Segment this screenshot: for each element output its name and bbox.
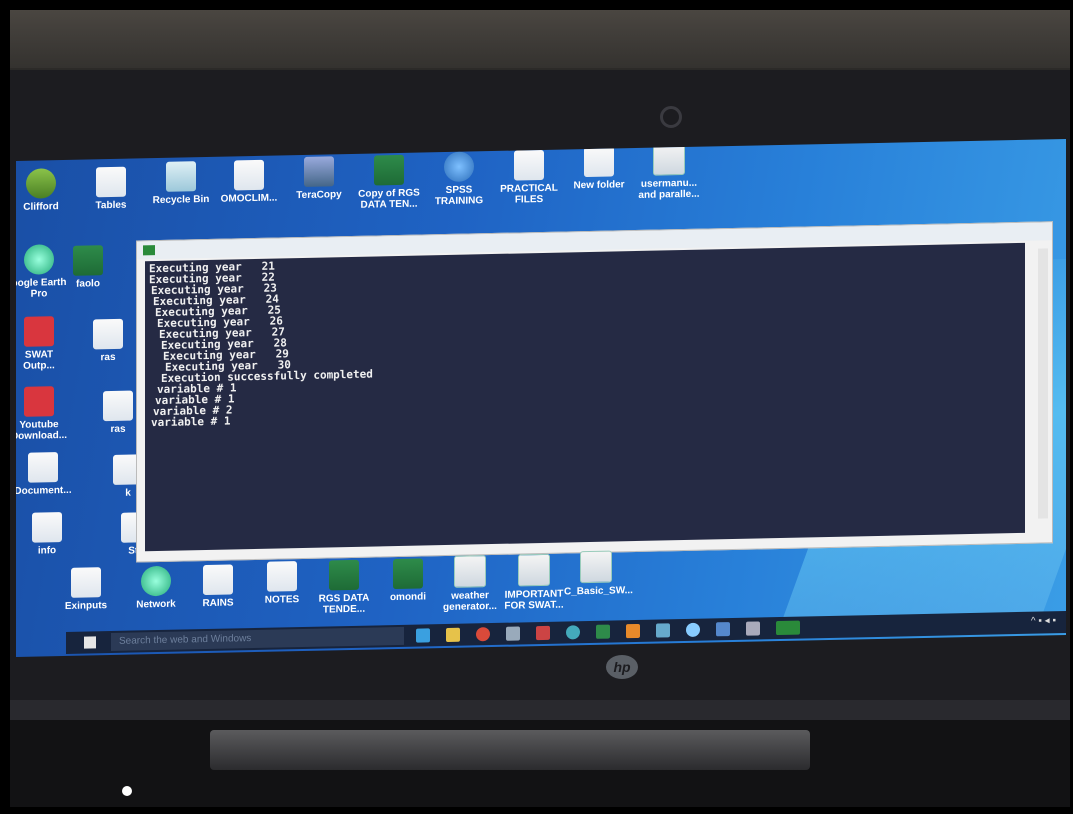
power-light-icon: [122, 786, 132, 796]
google-earth-icon: [24, 244, 54, 275]
folder-icon: [93, 318, 123, 350]
desktop-icon-tables[interactable]: Tables: [76, 166, 146, 211]
windows-start-icon[interactable]: [84, 636, 96, 649]
spss-icon: [444, 151, 474, 183]
pdf-icon: [454, 555, 486, 588]
desktop-icon-documents[interactable]: Document...: [16, 452, 78, 497]
folder-icon: [267, 561, 297, 592]
desktop-icon-usermanual[interactable]: usermanu... and paralle...: [634, 142, 704, 201]
desktop-icon-google-earth[interactable]: oogle Earth Pro: [16, 244, 74, 300]
folder-icon: [32, 512, 62, 543]
desktop-icon-c-basic[interactable]: C_Basic_SW...: [564, 550, 633, 598]
app-icon[interactable]: [746, 621, 760, 636]
document-icon: [96, 166, 126, 198]
folder-icon: [28, 452, 58, 483]
console-output: Executing year 21 Executing year 22 Execut…: [145, 242, 1025, 552]
app-icon[interactable]: [536, 625, 550, 641]
excel-taskbar-icon[interactable]: [596, 624, 610, 639]
excel-icon: [73, 245, 103, 276]
file-explorer-icon[interactable]: [446, 627, 460, 642]
folder-icon: [103, 390, 133, 422]
user-icon: [26, 168, 56, 199]
store-icon[interactable]: [506, 626, 520, 641]
folder-icon: [514, 149, 544, 181]
background-wall: [10, 10, 1070, 68]
desktop-icon-clifford[interactable]: Clifford: [16, 168, 76, 213]
desktop-icon-copy-rgs[interactable]: Copy of RGS DATA TEN...: [354, 154, 424, 211]
app-icon[interactable]: [686, 622, 700, 637]
desktop-icon-omondi[interactable]: omondi: [378, 558, 438, 603]
edge-icon[interactable]: [416, 628, 430, 643]
app-icon: [143, 245, 155, 256]
excel-icon: [329, 559, 359, 591]
console-lines: Executing year 21 Executing year 22 Execut…: [145, 243, 1025, 430]
console-taskbar-icon[interactable]: [776, 620, 800, 636]
folder-icon: [71, 567, 101, 598]
laptop-photo-frame: Clifford Tables Recycle Bin OMOCLIM... T…: [10, 10, 1070, 807]
desktop-icon-notes[interactable]: NOTES: [252, 561, 312, 606]
pdf-icon: [580, 550, 612, 584]
scrollbar[interactable]: [1038, 248, 1048, 519]
desktop-icon-swat[interactable]: SWAT Outp...: [16, 316, 74, 372]
folder-icon: [203, 564, 233, 596]
desktop-icon-important[interactable]: IMPORTANT FOR SWAT...: [502, 553, 566, 612]
desktop-icon-weather[interactable]: weather generator...: [440, 555, 500, 613]
folder-icon: [234, 159, 264, 191]
desktop-icon-rains[interactable]: RAINS: [188, 564, 248, 609]
laptop-screen: Clifford Tables Recycle Bin OMOCLIM... T…: [16, 139, 1066, 657]
desktop-icon-new-folder[interactable]: New folder: [564, 146, 634, 191]
teracopy-icon: [304, 156, 334, 187]
chrome-icon[interactable]: [476, 627, 490, 642]
desktop-icon-omoclim[interactable]: OMOCLIM...: [214, 159, 284, 205]
app-icon[interactable]: [656, 623, 670, 638]
folder-icon: [584, 146, 614, 178]
desktop-icon-recycle-bin[interactable]: Recycle Bin: [146, 161, 216, 206]
desktop-icon-teracopy[interactable]: TeraCopy: [284, 156, 354, 201]
desktop-icon-youtube[interactable]: Youtube Download...: [16, 386, 74, 442]
recycle-bin-icon: [166, 161, 196, 192]
desktop-icon-network[interactable]: Network: [126, 565, 186, 610]
desktop-icon-partial-1[interactable]: faolo: [68, 245, 108, 290]
system-tray[interactable]: ^ ▪ ◂ ▪: [1031, 615, 1056, 627]
search-input[interactable]: Search the web and Windows: [111, 626, 404, 652]
console-window[interactable]: Executing year 21 Executing year 22 Execut…: [136, 221, 1053, 563]
word-icon: [393, 558, 423, 590]
laptop-hinge: [10, 700, 1070, 720]
photo: Clifford Tables Recycle Bin OMOCLIM... T…: [0, 0, 1073, 814]
vlc-icon[interactable]: [626, 623, 640, 639]
pdf-icon: [518, 553, 550, 587]
swat-icon: [24, 316, 54, 347]
app-icon[interactable]: [716, 622, 730, 637]
desktop-icon-exinputs[interactable]: Exinputs: [56, 567, 116, 612]
webcam-icon: [660, 106, 682, 128]
desktop-icon-rgs-data[interactable]: RGS DATA TENDE...: [314, 559, 374, 616]
excel-icon: [374, 154, 404, 186]
keyboard-reflection: [210, 730, 810, 770]
desktop-icon-practical[interactable]: PRACTICAL FILES: [494, 149, 564, 206]
desktop-icon-spss[interactable]: SPSS TRAINING: [424, 151, 494, 207]
network-icon: [141, 565, 171, 597]
desktop-icon-info[interactable]: info: [16, 512, 82, 557]
desktop-icon-partial-3[interactable]: ras: [98, 390, 138, 435]
youtube-downloader-icon: [24, 386, 54, 417]
app-icon[interactable]: [566, 625, 580, 640]
pdf-icon: [653, 142, 685, 176]
hp-logo: hp: [606, 655, 638, 679]
desktop-icon-partial-2[interactable]: ras: [88, 318, 128, 364]
